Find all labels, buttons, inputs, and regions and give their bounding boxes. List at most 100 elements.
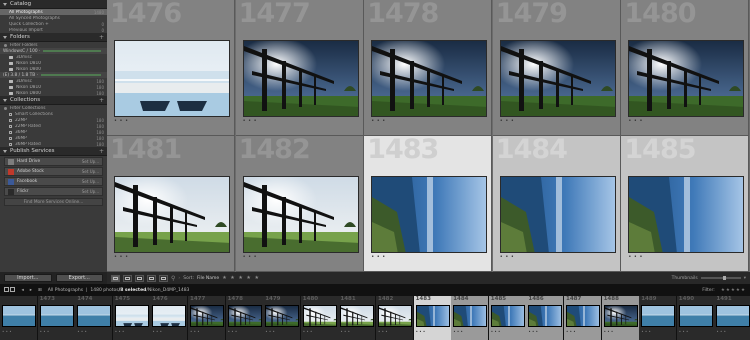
filmstrip-cell[interactable]: 1485 • • • bbox=[488, 296, 527, 340]
sort-select[interactable]: File Name bbox=[197, 276, 219, 281]
photo-thumbnail[interactable] bbox=[499, 40, 616, 117]
photo-thumbnail[interactable] bbox=[499, 176, 616, 253]
grid-cell[interactable]: 1481 • • • bbox=[107, 136, 235, 272]
rating-dots[interactable]: • • • bbox=[114, 254, 129, 260]
publish-services-panel-header[interactable]: Publish Services + bbox=[0, 147, 107, 156]
filmstrip-cell[interactable]: 1480 • • • bbox=[300, 296, 339, 340]
collection-item[interactable]: 22MP Rated 180 bbox=[0, 123, 107, 129]
grid-cell[interactable]: 1483 • • • bbox=[364, 136, 493, 272]
find-more-services-button[interactable]: Find More Services Online... bbox=[4, 198, 103, 206]
filmstrip-cell[interactable]: 1474 • • • bbox=[75, 296, 114, 340]
folder-item[interactable]: 3Dmisc 180 bbox=[0, 78, 107, 84]
collection-item[interactable]: 36MP Rated 180 bbox=[0, 141, 107, 147]
loupe-view-button[interactable] bbox=[123, 274, 132, 282]
collection-filter-field[interactable]: Filter Collections bbox=[0, 105, 107, 111]
rating-dots[interactable]: • • • bbox=[371, 118, 386, 124]
filmstrip-cell[interactable]: 1479 • • • bbox=[263, 296, 302, 340]
collapse-triangle-icon[interactable] bbox=[3, 2, 7, 6]
folder-item[interactable]: Nikon D800 180 bbox=[0, 90, 107, 96]
filmstrip-cell[interactable]: 1490 • • • bbox=[676, 296, 715, 340]
photo-thumbnail[interactable] bbox=[114, 176, 230, 253]
filmstrip-thumbnail[interactable] bbox=[716, 305, 750, 327]
photo-thumbnail[interactable] bbox=[242, 176, 359, 253]
collection-item[interactable]: 36MP 180 bbox=[0, 129, 107, 135]
filmstrip-thumbnail[interactable] bbox=[453, 305, 488, 327]
filmstrip-cell[interactable]: 1486 • • • bbox=[526, 296, 565, 340]
service-setup-link[interactable]: Set Up... bbox=[82, 189, 99, 194]
filmstrip-thumbnail[interactable] bbox=[2, 305, 36, 327]
pages-icon[interactable] bbox=[4, 286, 16, 294]
catalog-item[interactable]: Previous Import 0 bbox=[0, 27, 107, 33]
folder-filter-field[interactable]: Filter Folders bbox=[0, 42, 107, 48]
add-service-icon[interactable]: + bbox=[99, 148, 104, 155]
photo-thumbnail[interactable] bbox=[371, 40, 488, 117]
filmstrip-cell[interactable]: • • • bbox=[0, 296, 38, 340]
people-view-button[interactable] bbox=[159, 274, 168, 282]
publish-service-facebook[interactable]: Facebook Set Up... bbox=[4, 177, 103, 186]
service-setup-link[interactable]: Set Up... bbox=[82, 179, 99, 184]
filmstrip-thumbnail[interactable] bbox=[340, 305, 375, 327]
collapse-triangle-icon[interactable] bbox=[3, 149, 7, 153]
folder-item[interactable]: Nikon D810 bbox=[0, 60, 107, 66]
nav-forward-icon[interactable]: ▸ bbox=[30, 288, 32, 293]
filmstrip-cell[interactable]: 1489 • • • bbox=[639, 296, 678, 340]
collection-item[interactable]: Smart Collections bbox=[0, 111, 107, 117]
grid-cell[interactable]: 1482 • • • bbox=[235, 136, 364, 272]
filmstrip-cell[interactable]: 1491 • • • bbox=[714, 296, 750, 340]
filmstrip-thumbnail[interactable] bbox=[678, 305, 713, 327]
filmstrip-thumbnail[interactable] bbox=[302, 305, 337, 327]
source-path[interactable]: All Photographs | 1480 photos/8 selected… bbox=[48, 288, 190, 293]
publish-service-flickr[interactable]: Flickr Set Up... bbox=[4, 187, 103, 196]
filmstrip-cell[interactable]: 1477 • • • bbox=[188, 296, 226, 340]
filmstrip-cell[interactable]: 1482 • • • bbox=[376, 296, 414, 340]
grid-cell[interactable]: 1478 • • • bbox=[364, 0, 493, 136]
rating-stars[interactable]: ★ ★ ★ ★ ★ bbox=[222, 275, 260, 281]
toolbar-menu-icon[interactable]: ▾ bbox=[744, 276, 746, 281]
grid-cell[interactable]: 1477 • • • bbox=[235, 0, 364, 136]
filmstrip-thumbnail[interactable] bbox=[114, 305, 149, 327]
collapse-triangle-icon[interactable] bbox=[3, 35, 7, 39]
grid-cell[interactable]: 1479 • • • bbox=[492, 0, 621, 136]
filmstrip-cell[interactable]: 1473 • • • bbox=[37, 296, 76, 340]
folders-panel-header[interactable]: Folders + bbox=[0, 33, 107, 42]
catalog-panel-header[interactable]: Catalog bbox=[0, 0, 107, 9]
folder-item[interactable]: 3Dmisc bbox=[0, 54, 107, 60]
filmstrip-cell[interactable]: 1481 • • • bbox=[338, 296, 377, 340]
filmstrip-cell[interactable]: 1476 • • • bbox=[150, 296, 189, 340]
photo-thumbnail[interactable] bbox=[242, 40, 359, 117]
folder-item[interactable]: Nikon D800 bbox=[0, 66, 107, 72]
compare-view-button[interactable] bbox=[135, 274, 144, 282]
filmstrip-thumbnail[interactable] bbox=[227, 305, 262, 327]
filmstrip-cell[interactable]: 1483 • • • bbox=[413, 296, 452, 340]
filmstrip-cell[interactable]: 1478 • • • bbox=[225, 296, 264, 340]
filmstrip-thumbnail[interactable] bbox=[378, 305, 412, 327]
filmstrip-cell[interactable]: 1475 • • • bbox=[112, 296, 151, 340]
grid-cell[interactable]: 1485 • • • bbox=[621, 136, 750, 272]
publish-service-adobe-stock[interactable]: Adobe Stock Set Up... bbox=[4, 167, 103, 176]
rating-dots[interactable]: • • • bbox=[500, 254, 515, 260]
grid-cell[interactable]: 1484 • • • bbox=[492, 136, 621, 272]
collapse-triangle-icon[interactable] bbox=[3, 98, 7, 102]
collection-item[interactable]: 22MP 180 bbox=[0, 117, 107, 123]
service-setup-link[interactable]: Set Up... bbox=[82, 169, 99, 174]
photo-thumbnail[interactable] bbox=[371, 176, 488, 253]
collections-panel-header[interactable]: Collections + bbox=[0, 96, 107, 105]
rating-dots[interactable]: • • • bbox=[371, 254, 386, 260]
catalog-item[interactable]: All Photographs 1480 bbox=[0, 9, 107, 15]
catalog-item[interactable]: All Synced Photographs bbox=[0, 15, 107, 21]
rating-dots[interactable]: • • • bbox=[628, 118, 643, 124]
catalog-item[interactable]: Quick Collection + 0 bbox=[0, 21, 107, 27]
rating-dots[interactable]: • • • bbox=[243, 118, 258, 124]
add-folder-icon[interactable]: + bbox=[99, 34, 104, 41]
filter-stars[interactable]: ★★★★★ bbox=[721, 288, 746, 293]
rating-dots[interactable]: • • • bbox=[500, 118, 515, 124]
filmstrip-cell[interactable]: 1484 • • • bbox=[451, 296, 490, 340]
add-collection-icon[interactable]: + bbox=[99, 97, 104, 104]
export-button[interactable]: Export... bbox=[55, 274, 103, 282]
filmstrip-thumbnail[interactable] bbox=[39, 305, 74, 327]
filmstrip-cell[interactable]: 1488 • • • bbox=[601, 296, 640, 340]
rating-dots[interactable]: • • • bbox=[114, 118, 129, 124]
photo-thumbnail[interactable] bbox=[628, 40, 745, 117]
rating-dots[interactable]: • • • bbox=[628, 254, 643, 260]
survey-view-button[interactable] bbox=[147, 274, 156, 282]
